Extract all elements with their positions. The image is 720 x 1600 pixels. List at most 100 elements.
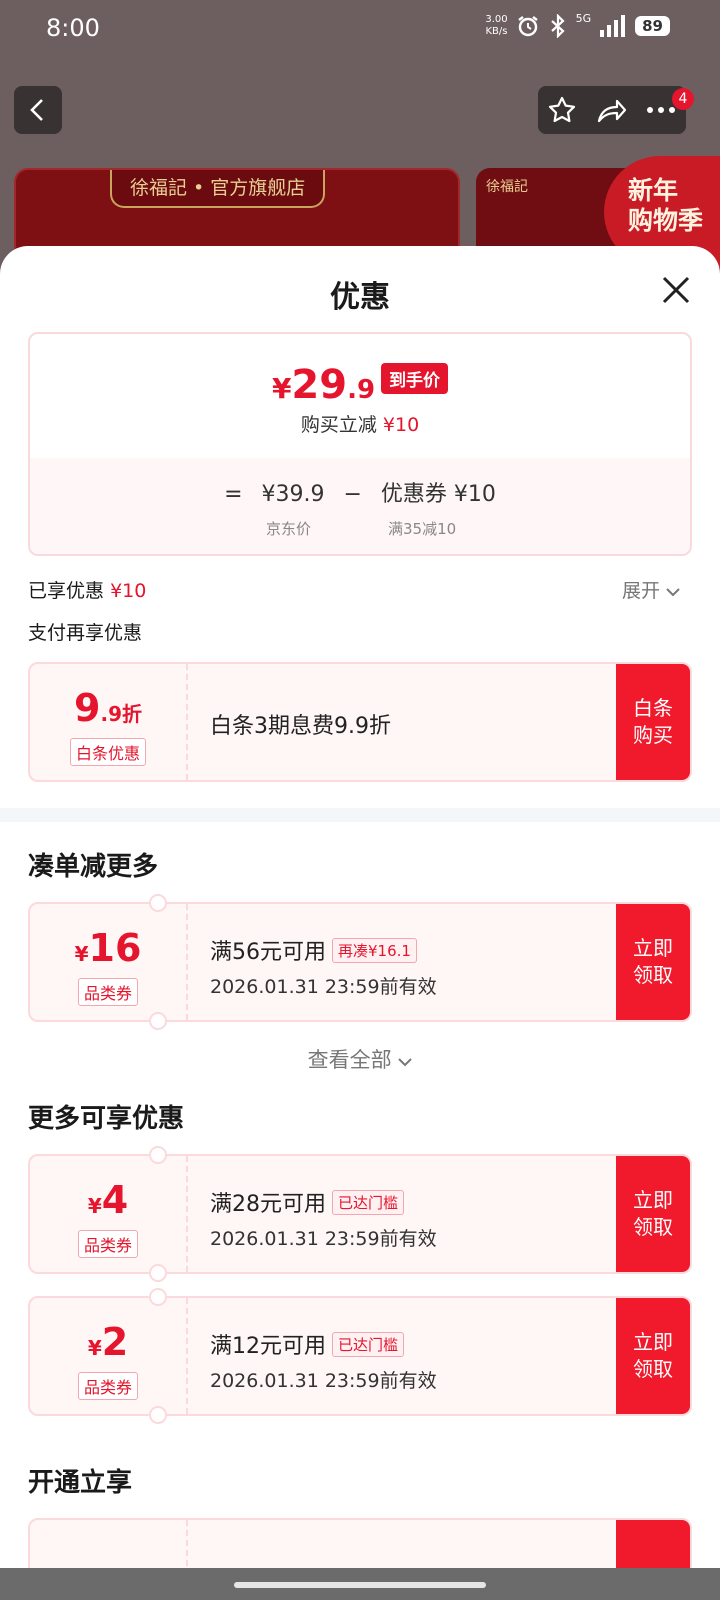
coupon-validity: 2026.01.31 23:59前有效 — [210, 976, 437, 998]
coupon-amount: 9.9折 — [30, 686, 186, 730]
coupon-left: 9.9折 白条优惠 — [30, 664, 188, 780]
coupon-notch — [149, 1264, 167, 1282]
instant-discount: 购买立减 ¥10 — [30, 410, 690, 437]
more-coupon-2: ¥2 品类券 满12元可用 已达门槛 2026.01.31 23:59前有效 立即… — [28, 1296, 692, 1416]
back-icon — [30, 99, 43, 121]
coupon-info: 满56元可用 再凑¥16.1 2026.01.31 23:59前有效 — [210, 934, 610, 999]
sheet-title: 优惠 — [330, 280, 390, 315]
coupon-notch — [149, 894, 167, 912]
coupon-condition: 满12元可用 — [210, 1334, 326, 1359]
coupon-notch — [149, 1406, 167, 1424]
chevron-down-icon — [398, 1058, 413, 1067]
discount-sheet: 优惠 ¥29.9 到手价 购买立减 ¥10 = ¥39.9 − 优惠券 ¥10 京… — [0, 246, 720, 1600]
coupon-kind: 白条优惠 — [69, 738, 147, 766]
price-decimal: .9 — [347, 375, 376, 405]
more-icon[interactable] — [645, 105, 677, 115]
instant-discount-amount: ¥10 — [382, 414, 420, 436]
coupon-notch — [149, 1012, 167, 1030]
coupon-currency: ¥ — [87, 1194, 102, 1218]
pay-more-title: 支付再享优惠 — [28, 622, 143, 644]
coupon-info: 满12元可用 已达门槛 2026.01.31 23:59前有效 — [210, 1328, 610, 1393]
expand-button[interactable]: 展开 — [622, 576, 680, 603]
close-icon[interactable] — [656, 270, 696, 310]
coupon-condition-row: 满56元可用 再凑¥16.1 — [210, 934, 610, 966]
net-speed: 3.00 KB/s — [485, 14, 507, 38]
expand-label: 展开 — [621, 580, 660, 602]
coupon-kind: 品类券 — [77, 1230, 139, 1258]
net-speed-value: 3.00 — [485, 14, 508, 25]
gesture-bar — [0, 1568, 720, 1600]
more-coupon-1: ¥4 品类券 满28元可用 已达门槛 2026.01.31 23:59前有效 立即… — [28, 1154, 692, 1274]
alarm-icon — [517, 16, 538, 37]
view-all-label: 查看全部 — [307, 1048, 392, 1072]
formula-equals: = — [224, 482, 243, 507]
status-icons: 3.00 KB/s 5G 89 — [485, 11, 670, 38]
view-all-button[interactable]: 查看全部 — [0, 1044, 720, 1074]
coupon-notch — [149, 1146, 167, 1164]
instant-discount-label: 购买立减 — [300, 414, 377, 436]
net-speed-unit: KB/s — [485, 26, 508, 37]
enjoyed-amount: ¥10 — [110, 580, 147, 602]
coupon-amount: ¥2 — [30, 1320, 186, 1364]
baitiao-buy-button[interactable]: 白条 购买 — [616, 664, 690, 780]
coupon-amount: ¥4 — [30, 1178, 186, 1222]
brand-logo: 徐福記 — [486, 179, 528, 195]
coupon-amount-number: 9 — [74, 686, 101, 730]
coupon-chip: 已达门槛 — [332, 1190, 405, 1215]
coupon-condition-row: 满12元可用 已达门槛 — [210, 1328, 610, 1360]
coupon-condition: 满56元可用 — [210, 940, 326, 965]
enjoyed-label: 已享优惠 — [28, 580, 105, 602]
coupon-currency: ¥ — [74, 942, 89, 966]
coupon-kind: 品类券 — [77, 1372, 139, 1400]
chevron-down-icon — [666, 588, 680, 597]
jd-price-label: 京东价 — [266, 520, 312, 538]
coupon-amount-number: 16 — [88, 926, 142, 970]
status-time: 8:00 — [46, 14, 100, 42]
back-button[interactable] — [14, 86, 62, 134]
coupon-chip: 已达门槛 — [332, 1332, 405, 1357]
coupon-left: ¥2 品类券 — [30, 1298, 188, 1414]
final-price: ¥29.9 到手价 — [30, 362, 690, 408]
home-indicator[interactable] — [234, 1582, 486, 1588]
final-price-card: ¥29.9 到手价 购买立减 ¥10 = ¥39.9 − 优惠券 ¥10 京东价 … — [28, 332, 692, 556]
price-currency: ¥ — [271, 372, 292, 405]
coupon-validity: 2026.01.31 23:59前有效 — [210, 1228, 437, 1250]
coupon-notch — [149, 1288, 167, 1306]
coupon-discount: 优惠券 ¥10 — [380, 482, 496, 507]
baitiao-coupon: 9.9折 白条优惠 白条3期息费9.9折 白条 购买 — [28, 662, 692, 782]
coupon-amount-suffix: .9折 — [100, 702, 142, 726]
price-integer: 29 — [291, 362, 348, 408]
coupon-condition: 满28元可用 — [210, 1192, 326, 1217]
price-formula: = ¥39.9 − 优惠券 ¥10 — [30, 476, 690, 508]
network-type: 5G — [575, 11, 592, 25]
share-icon[interactable] — [595, 95, 627, 125]
final-price-tag: 到手价 — [381, 363, 449, 394]
coupon-currency: ¥ — [87, 1336, 102, 1360]
claim-button[interactable]: 立即 领取 — [616, 904, 690, 1020]
section-title-combine: 凑单减更多 — [28, 852, 159, 882]
nav-actions — [538, 86, 686, 134]
cart-count-badge: 4 — [672, 88, 694, 110]
claim-button[interactable]: 立即 领取 — [616, 1298, 690, 1414]
coupon-left: ¥4 品类券 — [30, 1156, 188, 1272]
status-bar: 8:00 3.00 KB/s 5G 89 — [0, 0, 720, 62]
formula-minus: − — [343, 482, 362, 507]
signal-icon — [600, 15, 626, 37]
coupon-desc: 白条3期息费9.9折 — [210, 714, 391, 739]
coupon-info: 满28元可用 已达门槛 2026.01.31 23:59前有效 — [210, 1186, 610, 1251]
coupon-left: ¥16 品类券 — [30, 904, 188, 1020]
section-title-more: 更多可享优惠 — [28, 1104, 185, 1134]
coupon-kind: 品类券 — [77, 978, 139, 1006]
claim-button[interactable]: 立即 领取 — [616, 1156, 690, 1272]
coupon-validity: 2026.01.31 23:59前有效 — [210, 1370, 437, 1392]
coupon-chip: 再凑¥16.1 — [332, 938, 417, 963]
coupon-condition-row: 满28元可用 已达门槛 — [210, 1186, 610, 1218]
new-year-badge-line2: 购物季 — [628, 206, 704, 235]
coupon-amount-number: 4 — [101, 1178, 129, 1222]
bluetooth-icon — [550, 14, 565, 38]
jd-price: ¥39.9 — [261, 482, 325, 507]
section-divider — [0, 808, 720, 822]
star-icon[interactable] — [547, 95, 577, 125]
enjoyed-discount: 已享优惠 ¥10 — [28, 576, 146, 603]
coupon-amount: ¥16 — [30, 926, 186, 970]
